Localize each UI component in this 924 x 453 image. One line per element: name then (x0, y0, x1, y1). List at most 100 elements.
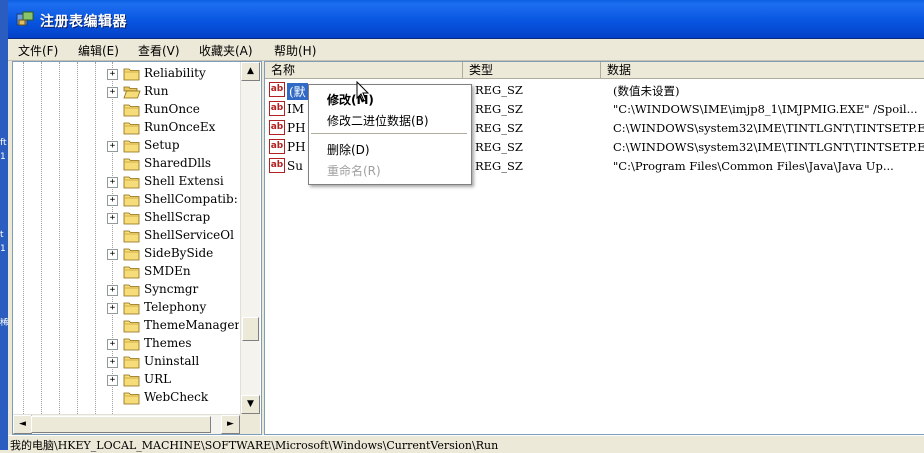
value-name[interactable]: Su (287, 159, 303, 173)
menu-favorites[interactable]: 收藏夹(A) (199, 42, 253, 59)
scroll-thumb[interactable] (31, 416, 211, 433)
folder-icon (123, 374, 140, 387)
status-bar: 我的电脑\HKEY_LOCAL_MACHINE\SOFTWARE\Microso… (8, 435, 924, 452)
column-header-type[interactable]: 类型 (463, 62, 601, 79)
tree-vertical-scrollbar[interactable]: ▲ ▼ (240, 62, 260, 414)
value-type: REG_SZ (475, 140, 523, 154)
menu-bar: 文件(F) 编辑(E) 查看(V) 收藏夹(A) 帮助(H) (8, 39, 924, 61)
tree-item[interactable]: + Syncmgr (13, 281, 239, 299)
value-name[interactable]: IM (287, 102, 304, 116)
expand-icon[interactable]: + (107, 69, 118, 80)
expand-icon[interactable]: + (107, 375, 118, 386)
tree-item[interactable]: + URL (13, 371, 239, 389)
tree-item-label: RunOnce (144, 102, 200, 116)
folder-icon (123, 392, 140, 405)
context-menu: 修改(M) 修改二进位数据(B) 删除(D) 重命名(R) (308, 84, 472, 185)
expand-icon[interactable]: + (107, 87, 118, 98)
tree-item-label: Run (144, 84, 169, 98)
tree-item[interactable]: + Setup (13, 137, 239, 155)
tree-item-label: ThemeManager (144, 318, 239, 332)
expand-icon[interactable]: + (107, 285, 118, 296)
folder-icon (123, 230, 140, 243)
tree-item[interactable]: ThemeManager (13, 317, 239, 335)
window-title: 注册表编辑器 (40, 14, 127, 30)
value-data: C:\WINDOWS\system32\IME\TINTLGNT\TINTSET… (613, 121, 924, 135)
tree-item[interactable]: WebCheck (13, 389, 239, 407)
scroll-left-button[interactable]: ◄ (13, 415, 32, 434)
desktop-fragment: ft (0, 138, 7, 148)
tree-item-label: Shell Extensi (144, 174, 224, 188)
mouse-cursor-icon (356, 81, 370, 102)
expand-icon[interactable]: + (107, 303, 118, 314)
tree-item[interactable]: + ShellCompatib: (13, 191, 239, 209)
value-data: C:\WINDOWS\system32\IME\TINTLGNT\TINTSET… (613, 140, 924, 154)
expand-icon[interactable]: + (107, 177, 118, 188)
tree-item-label: RunOnceEx (144, 120, 216, 134)
expand-icon[interactable]: + (107, 249, 118, 260)
tree-item[interactable]: SMDEn (13, 263, 239, 281)
folder-icon (123, 122, 140, 135)
key-tree[interactable]: + Reliability + Run RunOnce RunOnceEx + Setup Sh… (13, 62, 239, 414)
expand-icon[interactable]: + (107, 141, 118, 152)
folder-icon (123, 140, 140, 153)
expand-icon[interactable]: + (107, 357, 118, 368)
scroll-thumb[interactable] (242, 317, 259, 341)
folder-icon (123, 176, 140, 189)
tree-horizontal-scrollbar[interactable]: ◄ ► (13, 414, 240, 434)
tree-item[interactable]: + Telephony (13, 299, 239, 317)
scroll-up-button[interactable]: ▲ (241, 62, 260, 81)
menu-edit[interactable]: 编辑(E) (78, 42, 119, 59)
folder-icon (123, 248, 140, 261)
folder-icon (123, 320, 140, 333)
value-data: (数值未设置) (613, 84, 680, 98)
folder-icon (123, 302, 140, 315)
tree-item[interactable]: + SideBySide (13, 245, 239, 263)
tree-item[interactable]: ShellServiceOl (13, 227, 239, 245)
tree-item-label: ShellScrap (144, 210, 211, 224)
tree-item[interactable]: + Run (13, 83, 239, 101)
context-menu-delete[interactable]: 删除(D) (327, 141, 370, 158)
tree-item[interactable]: + ShellScrap (13, 209, 239, 227)
value-name[interactable]: PH (287, 121, 306, 135)
value-type: REG_SZ (475, 102, 523, 116)
menu-help[interactable]: 帮助(H) (274, 42, 316, 59)
context-menu-separator (311, 133, 467, 134)
folder-icon (123, 356, 140, 369)
tree-item-label: Themes (144, 336, 192, 350)
tree-item-label: URL (144, 372, 172, 386)
column-header-data[interactable]: 数据 (601, 62, 924, 79)
value-data: "C:\Program Files\Common Files\Java\Java… (613, 159, 894, 173)
tree-item-label: SharedDlls (144, 156, 212, 170)
value-name[interactable]: (默 (287, 83, 308, 100)
column-header-name[interactable]: 名称 (265, 62, 463, 79)
folder-icon (123, 194, 140, 207)
tree-item[interactable]: + Shell Extensi (13, 173, 239, 191)
tree-item-label: Reliability (144, 66, 206, 80)
menu-file[interactable]: 文件(F) (18, 42, 58, 59)
expand-icon[interactable]: + (107, 195, 118, 206)
string-value-icon: ab (269, 158, 285, 173)
tree-item[interactable]: SharedDlls (13, 155, 239, 173)
context-menu-modify-binary[interactable]: 修改二进位数据(B) (327, 112, 429, 129)
value-data: "C:\WINDOWS\IME\imjp8_1\IMJPMIG.EXE" /Sp… (613, 102, 918, 116)
tree-item-label: SideBySide (144, 246, 214, 260)
expand-icon[interactable]: + (107, 213, 118, 224)
title-bar[interactable]: 注册表编辑器 (8, 0, 924, 39)
tree-item[interactable]: + Uninstall (13, 353, 239, 371)
menu-view[interactable]: 查看(V) (138, 42, 180, 59)
tree-item[interactable]: + Reliability (13, 65, 239, 83)
tree-item[interactable]: + Themes (13, 335, 239, 353)
folder-icon (123, 338, 140, 351)
tree-item-label: Telephony (144, 300, 207, 314)
scroll-right-button[interactable]: ► (221, 415, 240, 434)
tree-item[interactable]: RunOnceEx (13, 119, 239, 137)
scroll-down-button[interactable]: ▼ (241, 395, 260, 414)
expand-icon[interactable]: + (107, 339, 118, 350)
tree-item-label: SMDEn (144, 264, 191, 278)
tree-item[interactable]: RunOnce (13, 101, 239, 119)
string-value-icon: ab (269, 139, 285, 154)
tree-item-label: ShellServiceOl (144, 228, 234, 242)
context-menu-rename: 重命名(R) (327, 164, 381, 178)
value-name[interactable]: PH (287, 140, 306, 154)
scrollbar-corner (240, 414, 260, 434)
